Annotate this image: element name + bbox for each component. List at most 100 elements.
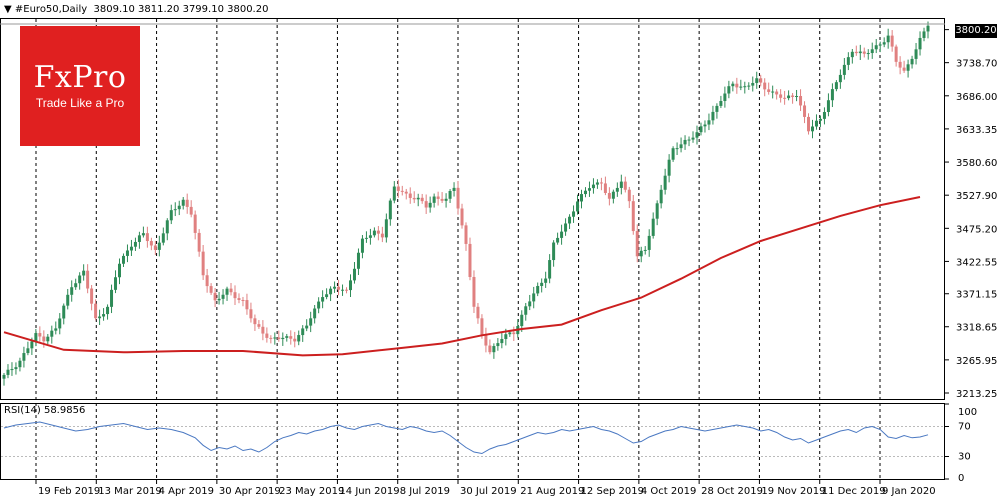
candle-body xyxy=(512,332,516,335)
candle-body xyxy=(548,260,552,279)
candle-body xyxy=(388,200,392,220)
candle-body xyxy=(838,74,842,83)
rsi-tick-label: 0 xyxy=(958,473,964,484)
candle-body xyxy=(396,186,400,191)
candle-body xyxy=(297,335,301,342)
candle-body xyxy=(488,345,492,353)
candle-body xyxy=(121,255,125,264)
date-tick-label: 8 Jul 2019 xyxy=(400,486,450,497)
price-tick-label: 3422.55 xyxy=(956,257,997,268)
candle-body xyxy=(78,275,82,284)
candle-body xyxy=(313,308,317,319)
price-axis: 3791.253738.703686.003633.353580.603527.… xyxy=(945,26,997,400)
candle-body xyxy=(751,82,755,86)
candle-body xyxy=(360,238,364,253)
fxpro-logo: FxPro Trade Like a Pro xyxy=(20,26,140,146)
candle-body xyxy=(221,294,225,299)
candle-body xyxy=(384,219,388,238)
candle-body xyxy=(102,314,106,317)
candle-body xyxy=(771,91,775,93)
date-tick-label: 14 Jun 2019 xyxy=(339,486,399,497)
price-tick-label: 3475.20 xyxy=(956,224,997,235)
candle-body xyxy=(814,120,818,127)
candle-body xyxy=(197,232,201,252)
candle-body xyxy=(452,187,456,191)
candle-body xyxy=(98,316,102,319)
candle-body xyxy=(607,192,611,199)
candle-body xyxy=(663,175,667,190)
candle-body xyxy=(615,187,619,192)
candle-body xyxy=(173,209,177,211)
candle-body xyxy=(743,86,747,88)
candle-body xyxy=(161,233,165,243)
rsi-header: RSI(14) 58.9856 xyxy=(4,405,86,416)
candle-body xyxy=(536,285,540,294)
candle-body xyxy=(448,190,452,199)
candle-body xyxy=(149,241,153,246)
candle-body xyxy=(723,93,727,101)
candle-body xyxy=(380,233,384,238)
candle-body xyxy=(82,270,86,276)
date-tick-label: 30 Jul 2019 xyxy=(460,486,517,497)
candle-body xyxy=(918,37,922,50)
rsi-axis: 100 70 30 0 xyxy=(945,403,977,484)
candle-body xyxy=(587,188,591,191)
candle-body xyxy=(181,199,185,206)
candle-body xyxy=(305,325,309,329)
candle-body xyxy=(94,303,98,319)
candle-body xyxy=(444,198,448,201)
candle-body xyxy=(129,246,133,251)
date-tick-label: 13 Mar 2019 xyxy=(98,486,161,497)
symbol-label: #Euro50,Daily xyxy=(14,4,88,15)
candle-body xyxy=(54,328,58,331)
candle-body xyxy=(811,126,814,132)
candle-body xyxy=(667,159,671,176)
candle-body xyxy=(472,276,476,307)
candle-body xyxy=(10,369,14,371)
candle-body xyxy=(237,298,241,300)
candle-body xyxy=(157,242,161,250)
candle-body xyxy=(906,64,910,71)
candle-body xyxy=(647,235,651,250)
candle-body xyxy=(420,197,424,202)
candle-body xyxy=(62,305,66,319)
candle-body xyxy=(687,139,691,141)
candle-body xyxy=(623,181,627,190)
candle-body xyxy=(520,314,524,327)
candle-body xyxy=(408,193,412,198)
candle-body xyxy=(333,286,337,289)
candle-body xyxy=(580,194,583,202)
candle-body xyxy=(611,191,615,199)
rsi-tick-label: 100 xyxy=(958,407,977,418)
candle-body xyxy=(325,294,329,298)
candle-body xyxy=(456,187,460,209)
date-tick-label: 19 Feb 2019 xyxy=(38,486,100,497)
candle-body xyxy=(862,51,866,54)
chart-header: ▼ #Euro50,Daily 3809.10 3811.20 3799.10 … xyxy=(4,4,268,15)
candle-body xyxy=(400,190,404,192)
candle-body xyxy=(775,91,779,95)
candle-body xyxy=(201,251,205,276)
candle-body xyxy=(755,78,759,83)
candle-body xyxy=(352,268,356,281)
candle-body xyxy=(675,148,679,150)
price-tick-label: 3213.25 xyxy=(956,389,997,400)
date-tick-label: 23 May 2019 xyxy=(279,486,344,497)
candle-body xyxy=(436,196,440,199)
date-tick-label: 11 Dec 2019 xyxy=(822,486,886,497)
logo-brand: FxPro xyxy=(33,60,127,95)
candle-body xyxy=(830,89,834,101)
candle-body xyxy=(803,105,807,117)
candle-body xyxy=(42,336,46,342)
candle-body xyxy=(341,289,345,291)
current-price-tag: 3800.20 xyxy=(955,24,997,38)
candle-body xyxy=(468,243,472,277)
candle-body xyxy=(476,306,480,319)
symbol-dropdown-icon[interactable]: ▼ xyxy=(4,4,12,15)
candle-body xyxy=(269,337,273,339)
candle-body xyxy=(137,235,141,242)
candle-body xyxy=(874,45,878,50)
candle-body xyxy=(822,112,826,119)
candle-body xyxy=(349,280,352,291)
candle-body xyxy=(118,263,121,278)
